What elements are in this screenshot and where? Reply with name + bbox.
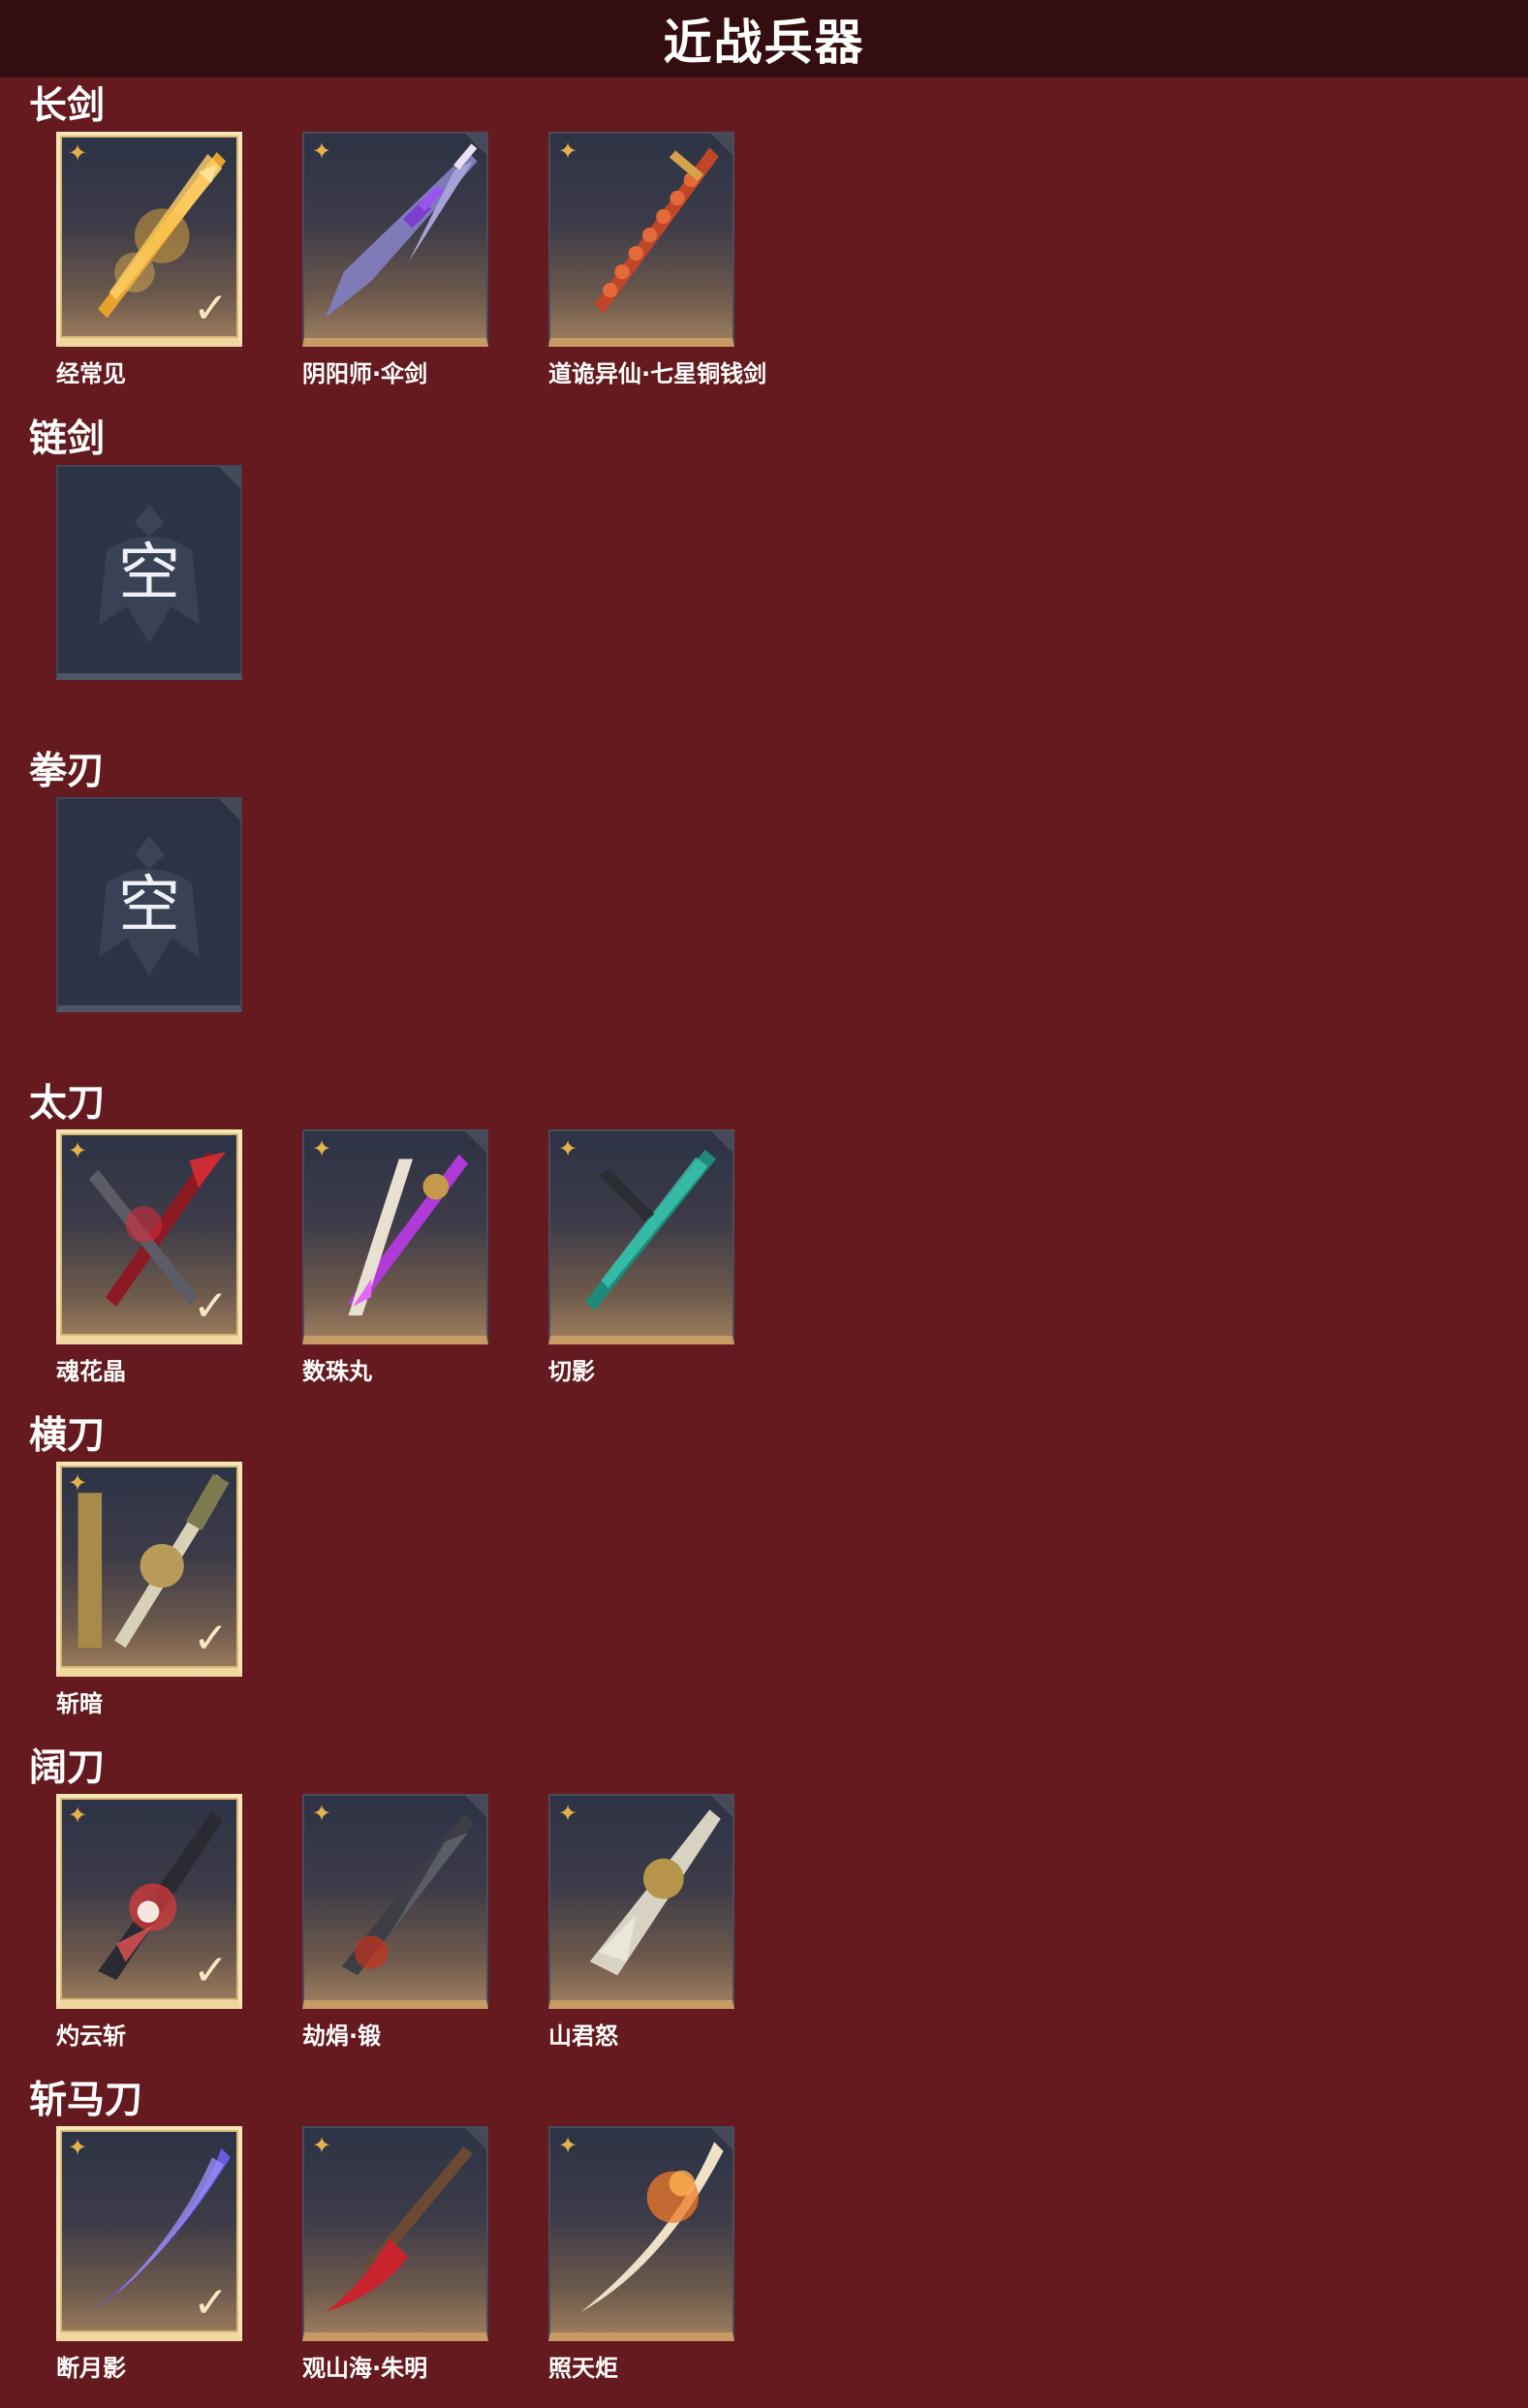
- weapon-card[interactable]: ✦ ✓: [56, 132, 242, 347]
- corner-tab: [711, 2128, 733, 2149]
- weapon-name: 断月影: [56, 2355, 126, 2382]
- weapon-name: 照天炬: [548, 2355, 618, 2382]
- weapon-card[interactable]: ✦: [302, 1129, 488, 1344]
- weapon-slot[interactable]: ✦ 山君怒: [548, 1794, 734, 2050]
- star-badge-icon: ✦: [312, 1135, 332, 1162]
- coin-sword-icon: [594, 147, 719, 314]
- check-icon: ✓: [193, 1946, 229, 1995]
- weapon-slot[interactable]: ✦ ✓ 断月影: [56, 2126, 242, 2382]
- weapon-slot[interactable]: ✦ 观山海·朱明: [302, 2126, 488, 2382]
- corner-tab: [219, 467, 240, 488]
- weapon-card[interactable]: ✦: [302, 2126, 488, 2341]
- weapon-name: 阴阳师·伞剑: [302, 360, 428, 387]
- weapon-slot[interactable]: ✦ ✓ 经常见: [56, 132, 242, 387]
- weapon-card[interactable]: ✦: [548, 1129, 734, 1344]
- dark-broadsword-icon: [341, 1814, 475, 1976]
- weapon-card[interactable]: ✦: [302, 1794, 488, 2009]
- weapon-name: 劫焆·锻: [302, 2022, 382, 2050]
- corner-tab: [711, 134, 733, 155]
- weapon-name: 灼云斩: [56, 2022, 126, 2050]
- weapon-slot[interactable]: ✦ 照天炬: [548, 2126, 734, 2382]
- weapon-slot[interactable]: ✦ ✓ 魂花晶: [56, 1129, 242, 1385]
- corner-tab: [465, 1131, 486, 1153]
- empty-card[interactable]: 空: [56, 465, 242, 680]
- weapon-card[interactable]: ✦: [548, 1794, 734, 2009]
- purple-katana-icon: [348, 1154, 469, 1316]
- star-badge-icon: ✦: [558, 2132, 578, 2159]
- weapon-card[interactable]: ✦: [548, 132, 734, 347]
- check-icon: ✓: [193, 284, 229, 333]
- category-title: 链剑: [29, 417, 106, 461]
- empty-slot[interactable]: 空: [56, 797, 242, 1012]
- weapon-slot[interactable]: ✦ ✓ 灼云斩: [56, 1794, 242, 2050]
- check-icon: ✓: [193, 2278, 229, 2328]
- weapon-card[interactable]: ✦ ✓: [56, 1129, 242, 1344]
- jade-katana-icon: [585, 1150, 716, 1312]
- weapon-name: 数珠丸: [302, 1358, 372, 1385]
- weapon-slot[interactable]: ✦ 切影: [548, 1129, 734, 1385]
- page-title: 近战兵器: [663, 15, 865, 71]
- star-badge-icon: ✦: [68, 1802, 88, 1829]
- star-badge-icon: ✦: [558, 1800, 578, 1827]
- corner-tab: [465, 2128, 486, 2149]
- weapon-name: 道诡异仙·七星铜钱剑: [548, 360, 767, 387]
- weapon-card[interactable]: ✦: [302, 132, 488, 347]
- star-badge-icon: ✦: [68, 139, 88, 167]
- weapon-slot[interactable]: ✦ 数珠丸: [302, 1129, 488, 1385]
- weapon-name: 魂花晶: [56, 1358, 126, 1385]
- empty-label: 空: [118, 870, 180, 942]
- weapon-slot[interactable]: ✦ 劫焆·锻: [302, 1794, 488, 2050]
- category-title: 长剑: [29, 84, 106, 128]
- fire-glaive-icon: [580, 2142, 724, 2313]
- weapon-card[interactable]: ✦ ✓: [56, 1794, 242, 2009]
- star-badge-icon: ✦: [68, 1137, 88, 1164]
- corner-tab: [711, 1796, 733, 1817]
- red-glaive-icon: [325, 2146, 473, 2313]
- category-title: 阔刀: [29, 1746, 106, 1790]
- weapon-name: 斩暗: [56, 1690, 103, 1717]
- weapon-card[interactable]: ✦ ✓: [56, 1462, 242, 1677]
- corner-tab: [219, 799, 240, 820]
- empty-label: 空: [118, 538, 180, 609]
- tiger-broadsword-icon: [589, 1809, 721, 1976]
- check-icon: ✓: [193, 1281, 229, 1331]
- category-title: 横刀: [29, 1414, 106, 1458]
- star-badge-icon: ✦: [558, 1135, 578, 1162]
- category-title: 太刀: [29, 1082, 106, 1126]
- weapon-card[interactable]: ✦ ✓: [56, 2126, 242, 2341]
- star-badge-icon: ✦: [312, 2132, 332, 2159]
- weapon-slot[interactable]: ✦ ✓ 斩暗: [56, 1462, 242, 1717]
- weapon-name: 山君怒: [548, 2022, 618, 2050]
- corner-tab: [465, 134, 486, 155]
- corner-tab: [465, 1796, 486, 1817]
- empty-card[interactable]: 空: [56, 797, 242, 1012]
- weapon-slot[interactable]: ✦ 道诡异仙·七星铜钱剑: [548, 132, 766, 387]
- star-badge-icon: ✦: [312, 138, 332, 165]
- category-title: 拳刃: [29, 750, 106, 793]
- category-title: 斩马刀: [29, 2079, 143, 2122]
- check-icon: ✓: [193, 1614, 229, 1663]
- weapon-name: 观山海·朱明: [302, 2355, 428, 2382]
- star-badge-icon: ✦: [68, 1469, 88, 1497]
- weapon-slot[interactable]: ✦ 阴阳师·伞剑: [302, 132, 488, 387]
- page-header: 近战兵器: [0, 0, 1528, 77]
- corner-tab: [711, 1131, 733, 1153]
- star-badge-icon: ✦: [68, 2134, 88, 2161]
- star-badge-icon: ✦: [558, 138, 578, 165]
- weapon-card[interactable]: ✦: [548, 2126, 734, 2341]
- star-badge-icon: ✦: [312, 1800, 332, 1827]
- weapon-name: 切影: [548, 1358, 595, 1385]
- umbrella-sword-icon: [325, 143, 478, 319]
- empty-slot[interactable]: 空: [56, 465, 242, 680]
- weapon-name: 经常见: [56, 360, 126, 387]
